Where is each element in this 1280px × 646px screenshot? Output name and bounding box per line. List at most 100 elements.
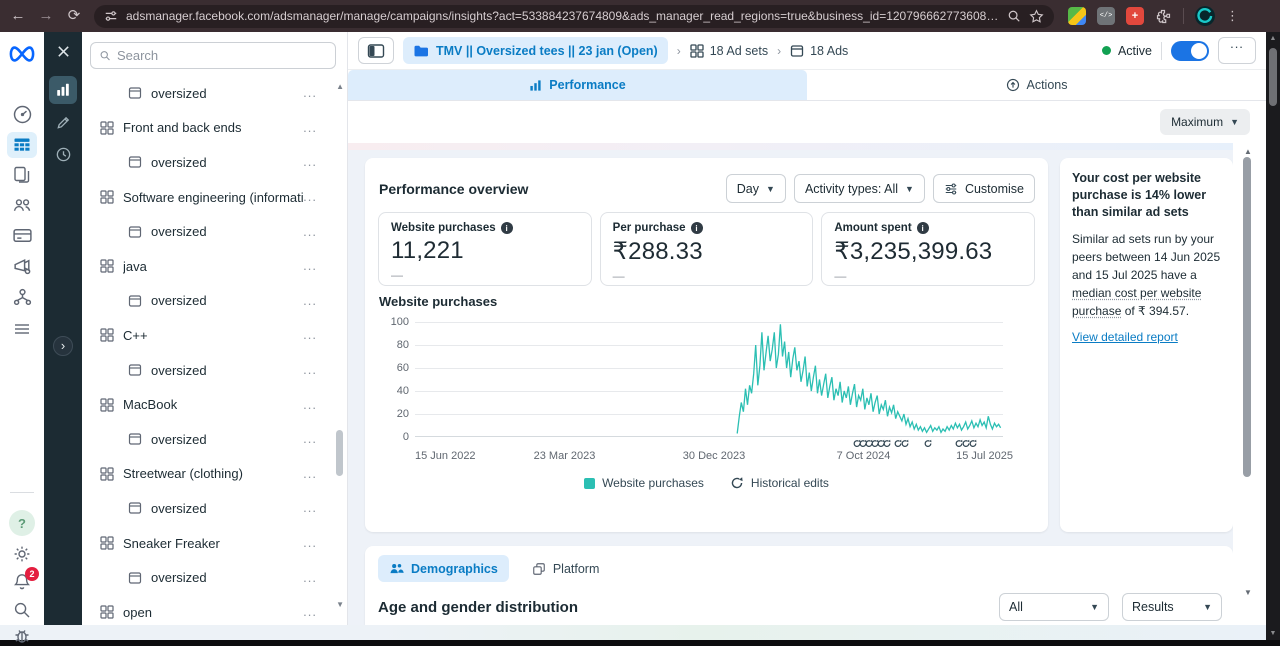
list-item[interactable]: oversized... [82, 422, 347, 457]
url-text[interactable]: adsmanager.facebook.com/adsmanager/manag… [126, 9, 999, 23]
more-options-button[interactable]: ... [1218, 37, 1256, 64]
ads-megaphone-icon[interactable] [0, 256, 44, 277]
list-scroll-down-icon[interactable]: ▼ [336, 600, 344, 609]
extension-icon[interactable] [1068, 7, 1086, 25]
window-scrollbar[interactable]: ▲ ▼ [1266, 32, 1280, 640]
list-scroll-up-icon[interactable]: ▲ [336, 82, 344, 91]
row-menu-button[interactable]: ... [303, 434, 317, 444]
info-icon[interactable]: i [691, 222, 703, 234]
search-input[interactable] [90, 42, 336, 69]
tab-platform[interactable]: Platform [521, 555, 611, 582]
list-item[interactable]: C++... [82, 318, 347, 353]
forward-icon[interactable]: → [38, 0, 54, 32]
code-extension-icon[interactable]: </> [1097, 7, 1115, 25]
results-dropdown[interactable]: Results ▼ [1122, 593, 1222, 621]
overview-gauge-icon[interactable] [0, 104, 44, 125]
scrollbar-thumb[interactable] [1269, 48, 1277, 106]
row-menu-button[interactable]: ... [303, 88, 317, 98]
history-clock-icon[interactable] [44, 146, 82, 163]
row-menu-button[interactable]: ... [303, 123, 317, 133]
zoom-icon[interactable] [1007, 9, 1021, 23]
scroll-up-icon[interactable]: ▲ [1266, 35, 1280, 42]
list-item[interactable]: oversized... [82, 214, 347, 249]
breadcrumb-adsets[interactable]: 18 Ad sets [690, 44, 768, 58]
row-menu-button[interactable]: ... [303, 227, 317, 237]
list-item[interactable]: MacBook... [82, 387, 347, 422]
list-item[interactable]: oversized... [82, 284, 347, 319]
audiences-people-icon[interactable] [0, 195, 44, 216]
list-item[interactable]: open... [82, 595, 347, 625]
view-detailed-report-link[interactable]: View detailed report [1072, 330, 1221, 344]
row-menu-button[interactable]: ... [303, 261, 317, 271]
content-scroll-up-icon[interactable]: ▲ [1242, 147, 1254, 156]
maximum-dropdown[interactable]: Maximum ▼ [1160, 109, 1250, 135]
billing-card-icon[interactable] [0, 225, 44, 246]
list-item[interactable]: Front and back ends... [82, 111, 347, 146]
row-menu-button[interactable]: ... [303, 503, 317, 513]
list-scrollbar-thumb[interactable] [336, 430, 343, 476]
row-menu-button[interactable]: ... [303, 469, 317, 479]
list-item[interactable]: java... [82, 249, 347, 284]
red-extension-icon[interactable]: + [1126, 7, 1144, 25]
breadcrumb-campaign[interactable]: TMV || Oversized tees || 23 jan (Open) [403, 37, 668, 64]
meta-logo[interactable] [0, 44, 44, 64]
extensions-puzzle-icon[interactable] [1155, 8, 1172, 25]
info-icon[interactable]: i [917, 222, 929, 234]
breadcrumb-ads[interactable]: 18 Ads [790, 44, 848, 58]
row-menu-button[interactable]: ... [303, 157, 317, 167]
campaigns-table-icon[interactable] [0, 132, 44, 158]
list-item[interactable]: oversized... [82, 491, 347, 526]
address-bar[interactable]: adsmanager.facebook.com/adsmanager/manag… [94, 5, 1054, 28]
content-scroll-down-icon[interactable]: ▼ [1242, 588, 1254, 597]
insights-chart-icon[interactable] [44, 76, 82, 104]
website-purchases-chart[interactable] [415, 322, 1003, 437]
list-item[interactable]: Sneaker Freaker... [82, 526, 347, 561]
day-dropdown[interactable]: Day ▼ [726, 174, 786, 203]
edit-pencil-icon[interactable] [44, 114, 82, 131]
expand-panel-button[interactable]: › [53, 336, 73, 356]
breakdown-dropdown[interactable]: All ▼ [999, 593, 1109, 621]
content-scrollbar-thumb[interactable] [1243, 157, 1251, 477]
list-item[interactable]: oversized... [82, 76, 347, 111]
info-icon[interactable]: i [501, 222, 513, 234]
all-tools-menu-icon[interactable] [0, 319, 44, 339]
row-menu-button[interactable]: ... [303, 296, 317, 306]
legend-historical-edits[interactable]: Historical edits [730, 476, 829, 490]
row-menu-button[interactable]: ... [303, 365, 317, 375]
tab-actions[interactable]: Actions [807, 70, 1266, 100]
legend-website-purchases[interactable]: Website purchases [584, 476, 704, 490]
business-assets-icon[interactable] [0, 287, 44, 308]
list-item[interactable]: Streetwear (clothing)... [82, 457, 347, 492]
list-item[interactable]: oversized... [82, 560, 347, 595]
list-item[interactable]: oversized... [82, 353, 347, 388]
browser-menu-icon[interactable]: ⋮ [1226, 8, 1239, 24]
pages-icon[interactable] [0, 165, 44, 185]
bookmark-star-icon[interactable] [1029, 9, 1044, 24]
collapse-sidebar-button[interactable] [358, 37, 394, 64]
close-panel-icon[interactable] [44, 44, 82, 59]
help-button[interactable]: ? [0, 510, 44, 536]
search-tool-icon[interactable] [0, 600, 44, 620]
row-menu-button[interactable]: ... [303, 538, 317, 548]
row-menu-button[interactable]: ... [303, 607, 317, 617]
settings-gear-icon[interactable] [0, 544, 44, 564]
reload-icon[interactable]: ⟳ [66, 0, 82, 32]
list-item[interactable]: oversized... [82, 145, 347, 180]
row-menu-button[interactable]: ... [303, 400, 317, 410]
activity-types-dropdown[interactable]: Activity types: All ▼ [794, 174, 925, 203]
search-field[interactable] [117, 48, 327, 63]
tab-performance[interactable]: Performance [348, 70, 807, 100]
browser-profile-avatar[interactable] [1195, 6, 1215, 26]
customise-button[interactable]: Customise [933, 174, 1035, 203]
back-icon[interactable]: ← [10, 0, 26, 32]
site-controls-icon[interactable] [104, 9, 118, 23]
row-menu-button[interactable]: ... [303, 573, 317, 583]
row-menu-button[interactable]: ... [303, 330, 317, 340]
list-item[interactable]: Software engineering (information t.....… [82, 180, 347, 215]
row-menu-button[interactable]: ... [303, 192, 317, 202]
historical-edit-markers[interactable] [415, 435, 1003, 447]
scroll-down-icon[interactable]: ▼ [1266, 630, 1280, 637]
tab-demographics[interactable]: Demographics [378, 555, 509, 582]
report-bug-icon[interactable] [0, 626, 44, 646]
notifications-bell-icon[interactable]: 2 [0, 572, 44, 597]
